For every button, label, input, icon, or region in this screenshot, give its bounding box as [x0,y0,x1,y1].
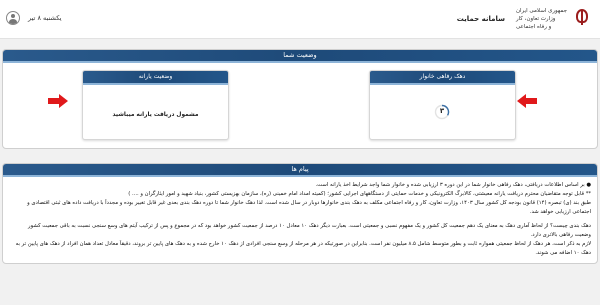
message-line: ** قابل توجه متقاضیان محترم دریافت یاران… [128,191,591,197]
decile-value: ۳ [439,107,445,115]
left-arrow-icon [517,94,537,108]
right-arrow-icon [48,94,68,108]
top-bar: جمهوری اسلامی ایران وزارت تعاون، کار و ر… [0,0,600,39]
system-name: سامانه حمایت [456,15,505,23]
message-line: دهک ۱۰ اضافه می شوند. [535,250,591,256]
brand-line-2: وزارت تعاون، کار [515,16,556,22]
ministry-name: جمهوری اسلامی ایران وزارت تعاون، کار و ر… [516,7,567,31]
messages-body: ● بر اساس اطلاعات دریافتی، دهک رفاهی خان… [3,177,597,257]
brand-line-1: جمهوری اسلامی ایران [515,8,567,14]
emblem-icon [572,8,592,30]
decile-indicator: ۳ [434,104,450,120]
message-line: دهک بندی چیست؟ از لحاظ آماری دهک به معنا… [28,223,591,229]
message-line: طبق بند (ی) تبصره (۱۴) قانون بودجه کل کش… [27,200,591,206]
status-panel-title: وضعیت شما [3,50,597,63]
message-line: اجتماعی ارزیابی خواهد شد. [529,209,591,215]
brand: جمهوری اسلامی ایران وزارت تعاون، کار و ر… [457,7,592,31]
brand-line-3: و رفاه اجتماعی [515,24,552,30]
messages-panel: پیام ها ● بر اساس اطلاعات دریافتی، دهک ر… [2,163,598,264]
subsidy-card-title: وضعیت یارانه [83,71,228,85]
message-line: ● بر اساس اطلاعات دریافتی، دهک رفاهی خان… [315,182,591,188]
date-label: یکشنبه ۸ تیر [28,14,62,22]
welfare-decile-card: دهک رفاهی خانوار ۳ [369,70,516,140]
message-line: وضعیت رفاهی بالاتری دارد. [530,232,591,238]
user-area: یکشنبه ۸ تیر [6,11,62,25]
message-line: لازم به ذکر است، هر دهک از لحاظ جمعیتی ه… [15,241,591,247]
messages-panel-title: پیام ها [3,164,597,177]
decile-card-title: دهک رفاهی خانوار [370,71,515,85]
status-panel: وضعیت شما وضعیت یارانه مشمول دریافت یارا… [2,49,598,149]
subsidy-status-text: مشمول دریافت یارانه میباشید [112,112,199,118]
subsidy-status-card: وضعیت یارانه مشمول دریافت یارانه میباشید [82,70,229,140]
user-icon[interactable] [6,11,20,25]
